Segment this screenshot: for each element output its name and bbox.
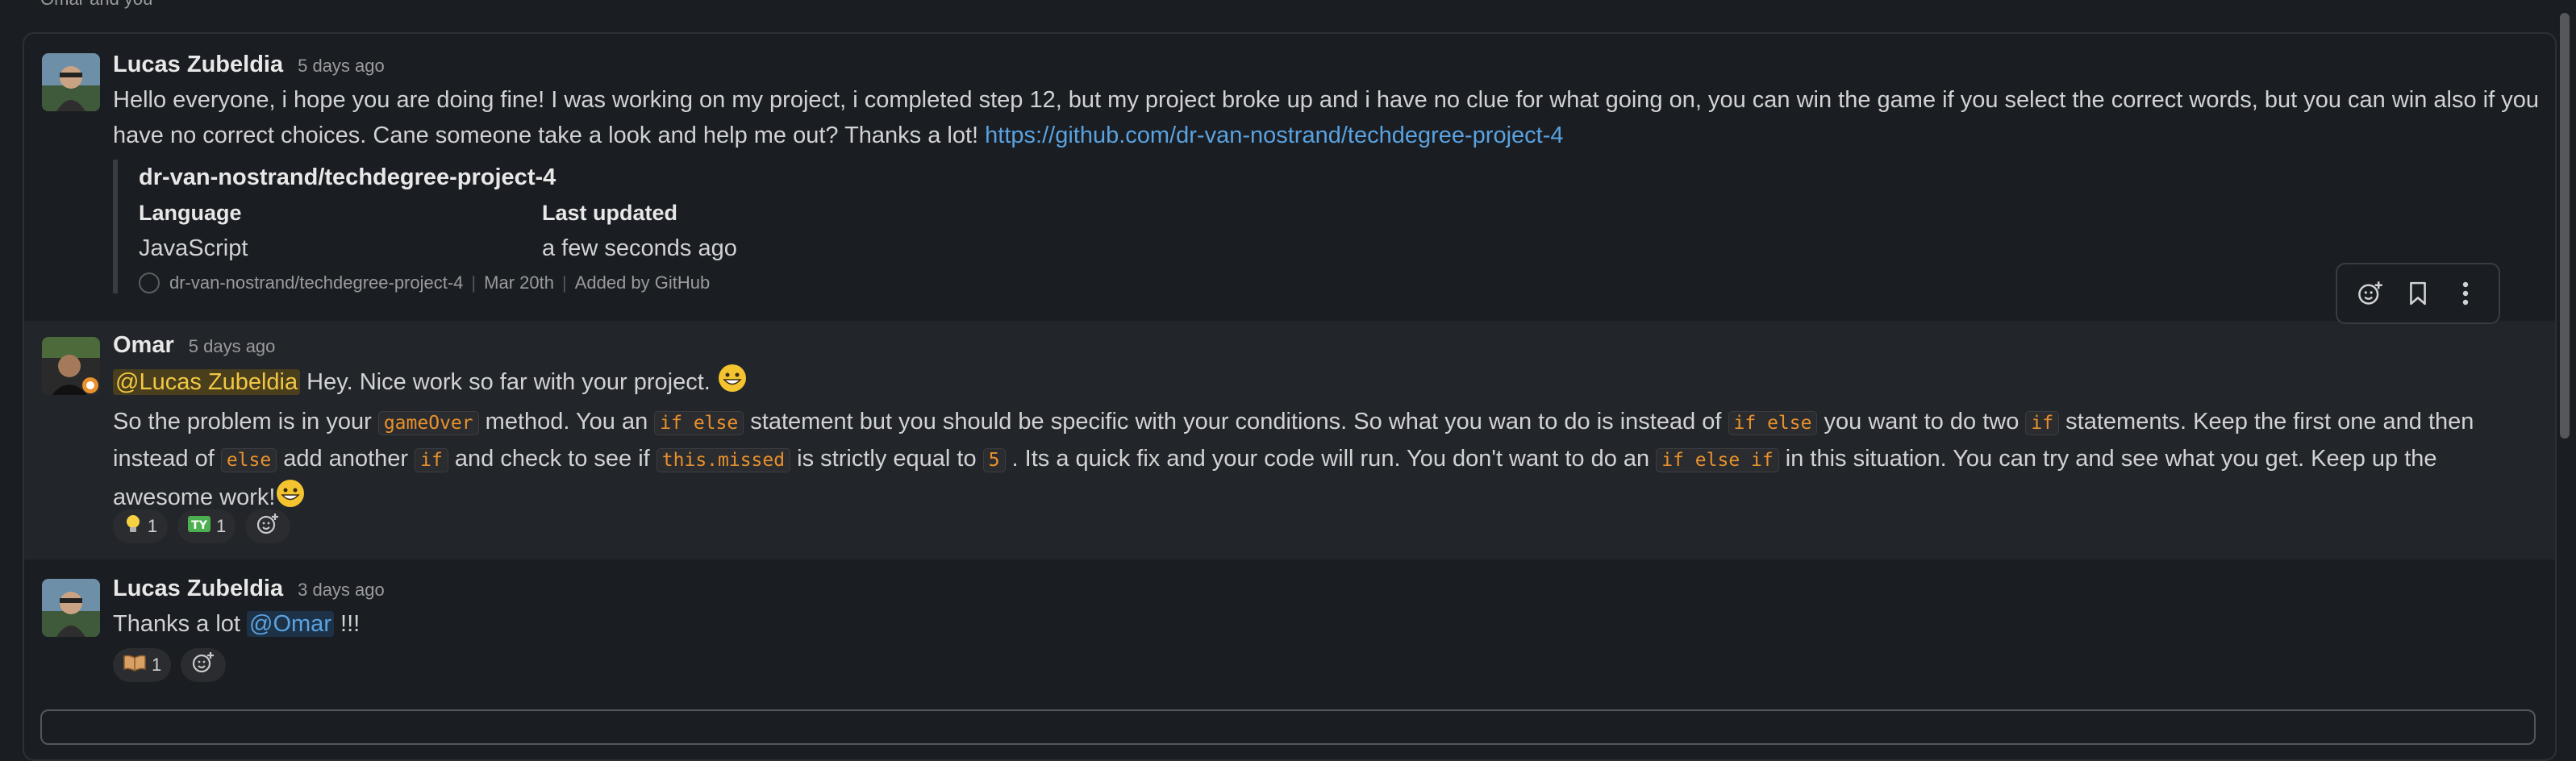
message-text: @Lucas Zubeldia Hey. Nice work so far wi… <box>113 363 2541 519</box>
unfurl-footer: dr-van-nostrand/techdegree-project-4 | M… <box>139 272 945 293</box>
inline-code: if <box>2025 411 2060 435</box>
inline-code: if else <box>654 411 744 435</box>
inline-code: if else <box>1728 411 1818 435</box>
user-mention[interactable]: @Lucas Zubeldia <box>113 369 301 396</box>
timestamp[interactable]: 3 days ago <box>298 580 385 600</box>
timestamp[interactable]: 5 days ago <box>189 336 276 356</box>
reaction-lightbulb[interactable]: 1 <box>113 509 168 543</box>
github-icon <box>139 272 160 293</box>
message-text: Thanks a lot @Omar !!! <box>113 606 2541 642</box>
thread-panel: Lucas Zubeldia 5 days ago Hello everyone,… <box>23 32 2557 761</box>
reactions-bar: 1 <box>113 648 227 682</box>
avatar[interactable] <box>42 579 100 637</box>
open-book-icon <box>123 653 147 677</box>
add-reaction-icon <box>256 512 280 541</box>
bookmark-button[interactable] <box>2397 272 2439 314</box>
inline-code: if <box>415 448 448 472</box>
add-reaction-toolbar-button[interactable] <box>2349 272 2391 314</box>
inline-code: this.missed <box>656 448 791 472</box>
avatar[interactable] <box>42 337 100 395</box>
language-value: JavaScript <box>139 235 248 261</box>
message-segment: . Its a quick fix and your code will run… <box>1005 446 1657 472</box>
author-label[interactable]: Lucas Zubeldia <box>113 52 283 77</box>
message-segment: !!! <box>333 611 361 637</box>
message-segment: you want to do two <box>1817 409 2026 435</box>
inline-code: if else if <box>1656 448 1779 472</box>
message-segment: and check to see if <box>448 446 657 472</box>
add-reaction-icon <box>2358 281 2383 305</box>
unfurl-title[interactable]: dr-van-nostrand/techdegree-project-4 <box>139 160 945 195</box>
more-actions-button[interactable] <box>2445 272 2486 314</box>
reaction-open-book[interactable]: 1 <box>113 648 172 682</box>
author-label[interactable]: Lucas Zubeldia <box>113 576 283 601</box>
add-reaction-button[interactable] <box>181 648 227 682</box>
avatar[interactable] <box>42 53 100 111</box>
inline-code: gameOver <box>377 411 479 435</box>
reaction-count: 1 <box>216 516 227 536</box>
reaction-count: 1 <box>152 655 162 675</box>
author-name[interactable]: Lucas Zubeldia 5 days ago <box>113 52 385 78</box>
divider: | <box>561 272 567 293</box>
grinning-emoji-icon <box>717 363 748 404</box>
message-segment: So the problem is in your <box>113 409 378 435</box>
add-reaction-button[interactable] <box>245 509 291 543</box>
message-segment: is strictly equal to <box>790 446 983 472</box>
last-updated-label: Last updated <box>542 201 678 225</box>
footer-repo[interactable]: dr-van-nostrand/techdegree-project-4 <box>169 272 463 293</box>
link-unfurl: dr-van-nostrand/techdegree-project-4 Lan… <box>113 160 945 293</box>
message-composer[interactable] <box>40 709 2536 745</box>
message-line1: Hey. Nice work so far with your project. <box>300 369 717 396</box>
more-vertical-icon <box>2462 281 2468 306</box>
ty-icon: TY <box>187 514 211 539</box>
scrollbar-thumb[interactable] <box>2560 13 2570 439</box>
language-label: Language <box>139 201 242 225</box>
author-name[interactable]: Lucas Zubeldia 3 days ago <box>113 576 385 602</box>
message-segment: method. You an <box>478 409 655 435</box>
divider: | <box>471 272 477 293</box>
message-segment: add another <box>277 446 415 472</box>
conversation-participants: Omar and you <box>40 0 152 10</box>
message-actions-toolbar <box>2336 263 2500 324</box>
last-updated-value: a few seconds ago <box>542 235 737 261</box>
message-segment: Thanks a lot <box>113 611 248 637</box>
timestamp[interactable]: 5 days ago <box>298 56 385 76</box>
lightbulb-icon <box>123 514 143 539</box>
reaction-ty[interactable]: TY 1 <box>177 509 236 543</box>
footer-added-by: Added by GitHub <box>574 272 711 293</box>
reactions-bar: 1 TY 1 <box>113 509 291 543</box>
user-mention[interactable]: @Omar <box>247 611 334 637</box>
bookmark-icon <box>2410 281 2426 306</box>
message-lucas-1: Lucas Zubeldia 5 days ago Hello everyone,… <box>24 34 2555 316</box>
inline-code: 5 <box>982 448 1006 472</box>
inline-code: else <box>220 448 277 472</box>
add-reaction-icon <box>191 651 215 680</box>
message-lucas-2: Lucas Zubeldia 3 days ago Thanks a lot @O… <box>24 561 2555 722</box>
message-omar: Omar 5 days ago @Lucas Zubeldia Hey. Nice… <box>24 321 2555 559</box>
github-link[interactable]: https://github.com/dr-van-nostrand/techd… <box>985 123 1563 148</box>
message-segment: statement but you should be specific wit… <box>744 409 1728 435</box>
reaction-count: 1 <box>147 516 158 536</box>
footer-date: Mar 20th <box>484 272 554 293</box>
author-name[interactable]: Omar 5 days ago <box>113 332 275 359</box>
author-label[interactable]: Omar <box>113 332 174 358</box>
svg-text:TY: TY <box>191 519 208 532</box>
message-text: Hello everyone, i hope you are doing fin… <box>113 82 2541 153</box>
